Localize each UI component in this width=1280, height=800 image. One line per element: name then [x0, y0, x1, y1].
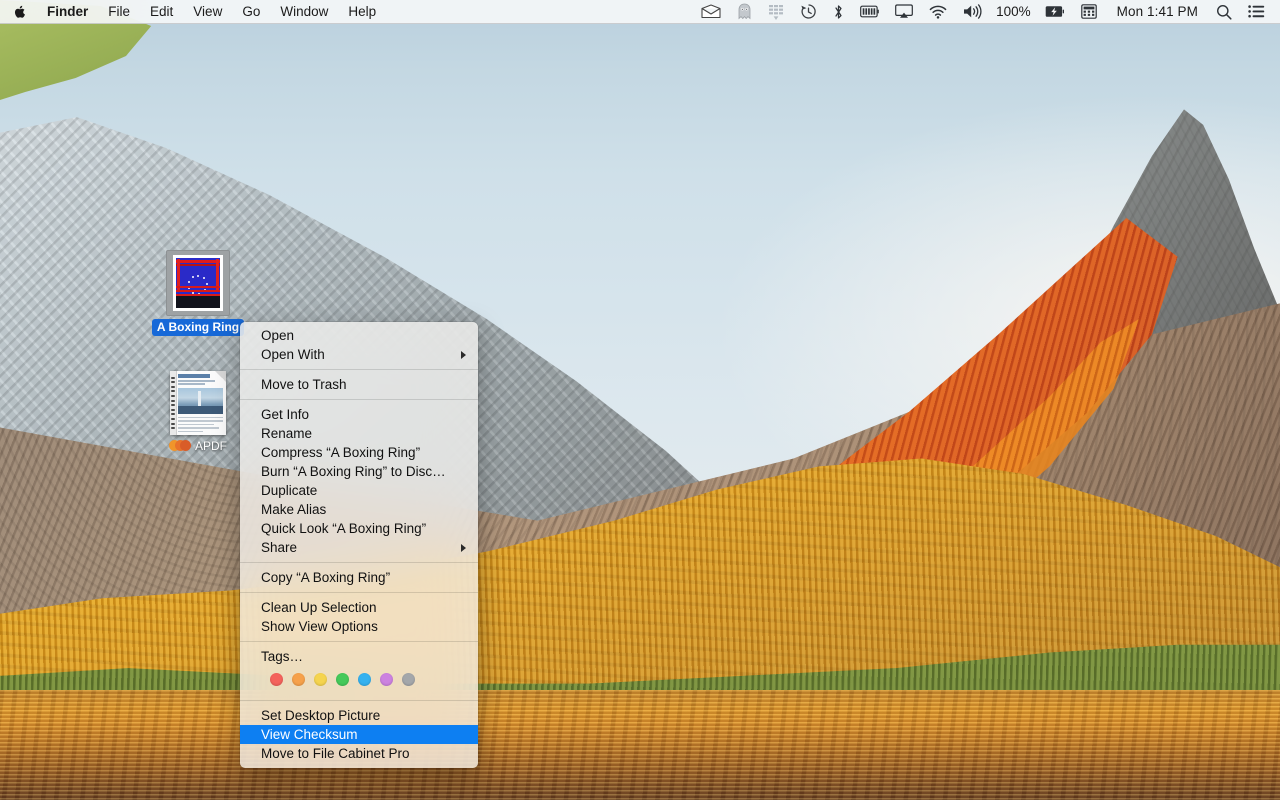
context-menu-item-view-checksum[interactable]: View Checksum	[240, 725, 478, 744]
tag-green[interactable]	[336, 673, 349, 686]
context-menu-item-duplicate[interactable]: Duplicate	[240, 481, 478, 500]
context-menu-item-label: Duplicate	[261, 483, 318, 498]
desktop-icon-a-boxing-ring[interactable]: A Boxing Ring	[148, 250, 248, 336]
volume-icon[interactable]	[955, 0, 990, 23]
context-menu-item-label: View Checksum	[261, 727, 358, 742]
search-icon[interactable]	[1208, 0, 1240, 23]
context-menu-item-label: Make Alias	[261, 502, 327, 517]
context-menu-separator	[240, 399, 478, 400]
context-menu-item-label: Set Desktop Picture	[261, 708, 381, 723]
context-menu-item-label: Rename	[261, 426, 313, 441]
tag-gray[interactable]	[402, 673, 415, 686]
context-menu-item-label: Open With	[261, 347, 325, 362]
submenu-arrow-icon	[461, 350, 466, 359]
context-menu-item-label: Copy “A Boxing Ring”	[261, 570, 391, 585]
context-menu-item-move-to-trash[interactable]: Move to Trash	[240, 375, 478, 394]
context-menu-item-label: Share	[261, 540, 298, 555]
context-menu-item-label: Move to Trash	[261, 377, 347, 392]
menu-help[interactable]: Help	[338, 0, 386, 23]
context-menu-separator	[240, 700, 478, 701]
boxing-ring-thumbnail-icon[interactable]	[165, 250, 231, 316]
menu-window[interactable]: Window	[270, 0, 338, 23]
menu-bar-left[interactable]: Finder File Edit View Go Window Help	[0, 0, 386, 23]
menu-bar-clock[interactable]: Mon 1:41 PM	[1105, 0, 1208, 23]
apdf-badge-icon	[168, 439, 191, 451]
context-menu-item-label: Tags…	[261, 649, 304, 664]
time-machine-icon[interactable]	[792, 0, 825, 23]
notification-center-icon[interactable]	[1240, 0, 1273, 23]
pdf-document-thumbnail-icon[interactable]	[165, 370, 231, 436]
desktop-icon-apdf[interactable]: APDF	[148, 370, 248, 454]
context-menu-item-set-desktop-picture[interactable]: Set Desktop Picture	[240, 706, 478, 725]
context-menu-item-rename[interactable]: Rename	[240, 424, 478, 443]
context-menu-item-move-to-file-cabinet-pro[interactable]: Move to File Cabinet Pro	[240, 744, 478, 763]
menu-bar-status-area[interactable]: 100% Mon 1:41 PM	[693, 0, 1280, 23]
tag-purple[interactable]	[380, 673, 393, 686]
tag-red[interactable]	[270, 673, 283, 686]
wallpaper-lake-ripples	[0, 690, 1280, 800]
context-menu-item-compress[interactable]: Compress “A Boxing Ring”	[240, 443, 478, 462]
airplay-icon[interactable]	[887, 0, 921, 23]
desktop-icon-label[interactable]: APDF	[195, 439, 227, 454]
context-menu-item-label: Compress “A Boxing Ring”	[261, 445, 421, 460]
calculator-icon[interactable]	[1073, 0, 1105, 23]
context-menu-item-label: Move to File Cabinet Pro	[261, 746, 410, 761]
context-menu-item-label: Quick Look “A Boxing Ring”	[261, 521, 427, 536]
bluetooth-icon[interactable]	[825, 0, 852, 23]
submenu-arrow-icon	[461, 543, 466, 552]
tag-color-swatches[interactable]	[240, 666, 478, 695]
equalizer-sliders-icon[interactable]	[760, 0, 792, 23]
context-menu-item-label: Open	[261, 328, 295, 343]
menu-go[interactable]: Go	[232, 0, 270, 23]
context-menu-separator	[240, 369, 478, 370]
apple-logo-icon[interactable]	[0, 0, 37, 23]
menu-finder[interactable]: Finder	[37, 0, 98, 23]
battery-charging-icon[interactable]	[1037, 0, 1073, 23]
context-menu-item-label: Show View Options	[261, 619, 378, 634]
tag-yellow[interactable]	[314, 673, 327, 686]
context-menu-item-label: Clean Up Selection	[261, 600, 377, 615]
context-menu-item-make-alias[interactable]: Make Alias	[240, 500, 478, 519]
context-menu-item-burn-to-disc[interactable]: Burn “A Boxing Ring” to Disc…	[240, 462, 478, 481]
context-menu-item-open[interactable]: Open	[240, 326, 478, 345]
context-menu-item-clean-up-selection[interactable]: Clean Up Selection	[240, 598, 478, 617]
wifi-icon[interactable]	[921, 0, 955, 23]
menu-bar[interactable]: Finder File Edit View Go Window Help 100…	[0, 0, 1280, 24]
context-menu-separator	[240, 592, 478, 593]
context-menu-item-label: Get Info	[261, 407, 310, 422]
context-menu-item-show-view-options[interactable]: Show View Options	[240, 617, 478, 636]
context-menu-item-tags[interactable]: Tags…	[240, 647, 478, 666]
menu-file[interactable]: File	[98, 0, 140, 23]
menu-edit[interactable]: Edit	[140, 0, 183, 23]
context-menu-separator	[240, 562, 478, 563]
context-menu-item-copy[interactable]: Copy “A Boxing Ring”	[240, 568, 478, 587]
tag-orange[interactable]	[292, 673, 305, 686]
context-menu-separator	[240, 641, 478, 642]
ghost-icon[interactable]	[729, 0, 760, 23]
tag-blue[interactable]	[358, 673, 371, 686]
context-menu-item-share[interactable]: Share	[240, 538, 478, 557]
context-menu-item-get-info[interactable]: Get Info	[240, 405, 478, 424]
context-menu[interactable]: Open Open With Move to Trash Get Info Re…	[240, 322, 478, 768]
mail-envelope-icon[interactable]	[693, 0, 729, 23]
battery-percent-label[interactable]: 100%	[990, 0, 1037, 23]
battery-meter-icon[interactable]	[852, 0, 887, 23]
context-menu-item-open-with[interactable]: Open With	[240, 345, 478, 364]
context-menu-item-label: Burn “A Boxing Ring” to Disc…	[261, 464, 446, 479]
desktop-icon-label[interactable]: A Boxing Ring	[151, 319, 245, 336]
menu-view[interactable]: View	[183, 0, 232, 23]
context-menu-item-quick-look[interactable]: Quick Look “A Boxing Ring”	[240, 519, 478, 538]
